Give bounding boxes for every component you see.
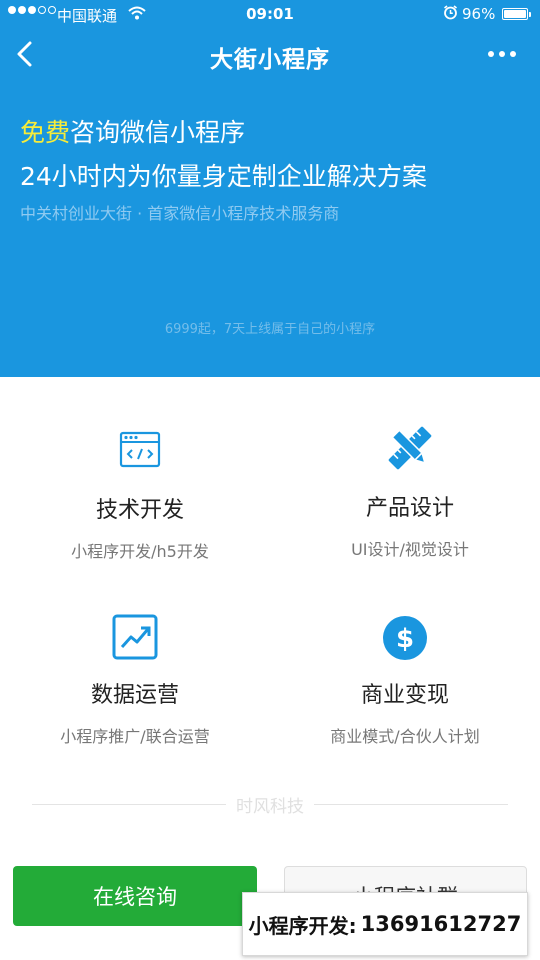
divider-line (32, 803, 226, 805)
dollar-icon: $ (383, 616, 427, 660)
hero-tagline: 中关村创业大街 · 首家微信小程序技术服务商 (20, 204, 340, 223)
free-highlight: 免费 (20, 118, 71, 147)
divider-line (314, 803, 508, 805)
code-window-icon (119, 431, 161, 468)
hero-headline-rest: 咨询微信小程序 (70, 118, 246, 147)
service-desc: 小程序开发/h5开发 (71, 542, 209, 561)
alarm-icon (443, 5, 458, 24)
nav-bar: 大街小程序 (0, 28, 540, 80)
service-desc: 小程序推广/联合运营 (60, 727, 210, 746)
service-desc: 商业模式/合伙人计划 (330, 727, 480, 746)
battery-percent: 96% (462, 5, 496, 23)
service-title: 产品设计 (365, 496, 454, 521)
service-desc: UI设计/视觉设计 (351, 540, 469, 559)
hero-headline: 免费咨询微信小程序 (20, 113, 245, 149)
contact-overlay: 小程序开发: 13691612727 (242, 892, 528, 956)
service-monetization[interactable]: $ 商业变现 商业模式/合伙人计划 (270, 615, 540, 747)
contact-label: 小程序开发: (248, 913, 357, 938)
hero-subheadline: 24小时内为你量身定制企业解决方案 (20, 162, 427, 191)
svg-text:$: $ (396, 624, 414, 654)
more-options-button[interactable] (484, 44, 520, 64)
service-tech-dev[interactable]: 技术开发 小程序开发/h5开发 (5, 428, 275, 562)
service-title: 数据运营 (90, 683, 179, 708)
ruler-pencil-icon (388, 426, 432, 470)
trend-chart-icon (112, 614, 158, 660)
service-title: 商业变现 (360, 683, 449, 708)
status-bar: 中国联通 09:01 96% (0, 0, 540, 28)
service-data-operations[interactable]: 数据运营 小程序推广/联合运营 (0, 613, 270, 747)
status-time: 09:01 (246, 5, 294, 23)
hero-banner: 中国联通 09:01 96% 大街小程序 免费咨询微信小程序 24小时内为你量身… (0, 0, 540, 377)
online-consult-button[interactable]: 在线咨询 (13, 866, 257, 926)
hero-price-note: 6999起，7天上线属于自己的小程序 (164, 322, 376, 337)
service-product-design[interactable]: 产品设计 UI设计/视觉设计 (275, 426, 540, 560)
page-title: 大街小程序 (210, 47, 330, 73)
brand-name: 时风科技 (236, 796, 304, 817)
brand-divider: 时风科技 (32, 792, 508, 817)
battery-icon (502, 8, 531, 20)
contact-phone: 13691612727 (360, 912, 522, 936)
service-title: 技术开发 (95, 498, 184, 523)
